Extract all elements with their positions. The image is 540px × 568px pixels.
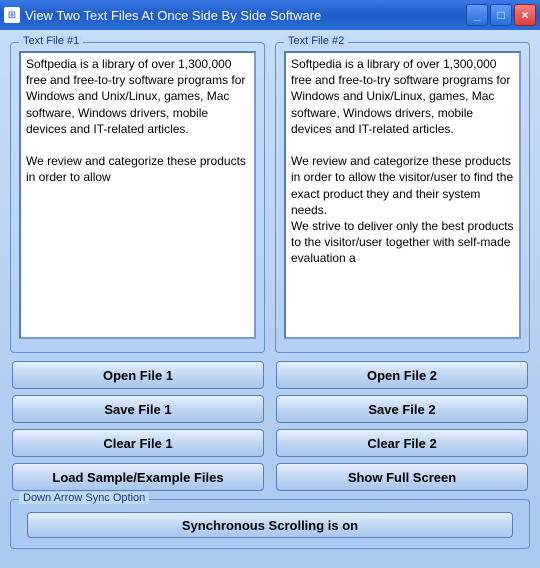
clear-file-2-button[interactable]: Clear File 2	[276, 429, 528, 457]
text-file-2-group: Text File #2	[275, 42, 530, 353]
text-file-1-textarea[interactable]	[19, 51, 256, 339]
sync-toggle-button[interactable]: Synchronous Scrolling is on	[27, 512, 513, 538]
app-icon: ⊞	[4, 7, 20, 23]
window-title: View Two Text Files At Once Side By Side…	[25, 8, 466, 23]
show-full-screen-button[interactable]: Show Full Screen	[276, 463, 528, 491]
load-sample-button[interactable]: Load Sample/Example Files	[12, 463, 264, 491]
close-button[interactable]: ×	[514, 4, 536, 26]
button-grid: Open File 1 Open File 2 Save File 1 Save…	[10, 361, 530, 491]
sync-option-label: Down Arrow Sync Option	[19, 492, 149, 504]
minimize-button[interactable]: _	[466, 4, 488, 26]
text-file-1-group: Text File #1	[10, 42, 265, 353]
text-file-2-label: Text File #2	[284, 35, 348, 47]
open-file-2-button[interactable]: Open File 2	[276, 361, 528, 389]
save-file-2-button[interactable]: Save File 2	[276, 395, 528, 423]
save-file-1-button[interactable]: Save File 1	[12, 395, 264, 423]
maximize-button[interactable]: □	[490, 4, 512, 26]
client-area: Text File #1 Text File #2 Open File 1 Op…	[0, 30, 540, 568]
clear-file-1-button[interactable]: Clear File 1	[12, 429, 264, 457]
text-file-2-textarea[interactable]	[284, 51, 521, 339]
text-file-1-label: Text File #1	[19, 35, 83, 47]
open-file-1-button[interactable]: Open File 1	[12, 361, 264, 389]
sync-option-group: Down Arrow Sync Option Synchronous Scrol…	[10, 499, 530, 549]
window-controls: _ □ ×	[466, 4, 536, 26]
titlebar: ⊞ View Two Text Files At Once Side By Si…	[0, 0, 540, 30]
